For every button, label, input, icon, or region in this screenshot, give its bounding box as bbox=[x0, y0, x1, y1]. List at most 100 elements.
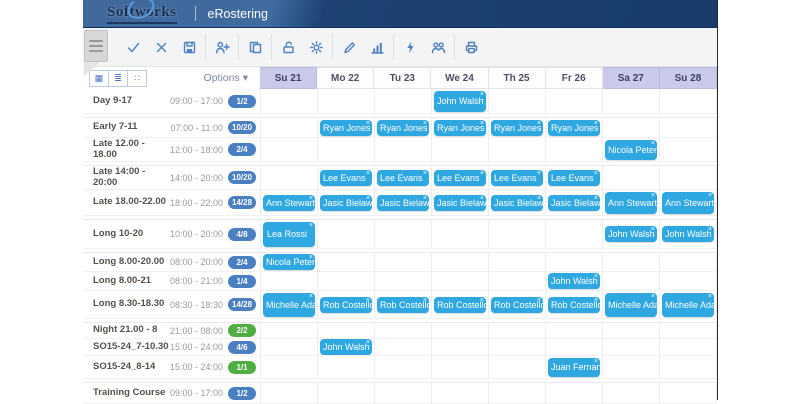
settings-button[interactable] bbox=[302, 33, 330, 61]
day-cell[interactable] bbox=[260, 356, 317, 379]
day-cell[interactable]: Michelle Adams× bbox=[659, 291, 717, 319]
day-cell[interactable] bbox=[431, 323, 488, 339]
day-cell[interactable]: John Walsh× bbox=[545, 272, 602, 291]
remove-assignment-icon[interactable]: × bbox=[537, 170, 541, 177]
shift-assignment-chip[interactable]: Lea Rossi× bbox=[263, 222, 315, 247]
day-cell[interactable]: Lea Rossi× bbox=[260, 220, 317, 249]
remove-assignment-icon[interactable]: × bbox=[480, 91, 484, 98]
day-cell[interactable]: John Walsh× bbox=[317, 339, 374, 356]
day-cell[interactable]: Ryan Jones× bbox=[488, 118, 545, 138]
remove-assignment-icon[interactable]: × bbox=[537, 120, 541, 127]
remove-assignment-icon[interactable]: × bbox=[594, 195, 598, 202]
day-cell[interactable] bbox=[488, 383, 545, 404]
shift-assignment-chip[interactable]: Jasic Bielawa× bbox=[320, 195, 372, 211]
day-cell[interactable]: John Walsh× bbox=[431, 89, 488, 114]
shift-assignment-chip[interactable]: Lee Evans× bbox=[377, 170, 429, 186]
block-view-toggle[interactable]: ∷ bbox=[128, 70, 147, 87]
day-cell[interactable]: Jasic Bielawa× bbox=[431, 190, 488, 216]
shift-assignment-chip[interactable]: Rob Costello× bbox=[548, 297, 600, 313]
shift-assignment-chip[interactable]: Jasic Bielawa× bbox=[491, 195, 543, 211]
shift-assignment-chip[interactable]: Rob Costello× bbox=[491, 297, 543, 313]
day-cell[interactable] bbox=[545, 89, 602, 114]
shift-assignment-chip[interactable]: John Walsh× bbox=[320, 339, 372, 355]
day-cell[interactable] bbox=[431, 383, 488, 404]
remove-assignment-icon[interactable]: × bbox=[594, 358, 598, 365]
add-user-button[interactable] bbox=[208, 33, 236, 61]
day-cell[interactable]: Nicola Peters× bbox=[602, 138, 659, 162]
day-cell[interactable] bbox=[260, 339, 317, 356]
day-cell[interactable]: Michelle Adams× bbox=[260, 291, 317, 319]
day-cell[interactable] bbox=[659, 253, 717, 272]
remove-assignment-icon[interactable]: × bbox=[480, 120, 484, 127]
day-cell[interactable] bbox=[659, 118, 717, 138]
chart-button[interactable] bbox=[363, 33, 391, 61]
day-cell[interactable] bbox=[659, 339, 717, 356]
day-cell[interactable] bbox=[545, 323, 602, 339]
day-cell[interactable] bbox=[374, 323, 431, 339]
shift-assignment-chip[interactable]: Nicola Peters× bbox=[263, 254, 315, 270]
day-cell[interactable] bbox=[374, 253, 431, 272]
day-cell[interactable]: Ryan Jones× bbox=[374, 118, 431, 138]
day-cell[interactable]: Ann Stewart× bbox=[260, 190, 317, 216]
remove-assignment-icon[interactable]: × bbox=[480, 297, 484, 304]
day-cell[interactable] bbox=[431, 220, 488, 249]
remove-assignment-icon[interactable]: × bbox=[309, 254, 313, 261]
day-cell[interactable]: Jasic Bielawa× bbox=[374, 190, 431, 216]
day-cell[interactable] bbox=[260, 138, 317, 162]
remove-assignment-icon[interactable]: × bbox=[423, 297, 427, 304]
day-cell[interactable] bbox=[602, 166, 659, 190]
day-cell[interactable] bbox=[431, 339, 488, 356]
remove-assignment-icon[interactable]: × bbox=[708, 293, 712, 300]
day-cell[interactable] bbox=[488, 356, 545, 379]
remove-assignment-icon[interactable]: × bbox=[708, 192, 712, 199]
day-cell[interactable] bbox=[374, 138, 431, 162]
remove-assignment-icon[interactable]: × bbox=[423, 120, 427, 127]
day-cell[interactable]: Juan Fernandez× bbox=[545, 356, 602, 379]
remove-assignment-icon[interactable]: × bbox=[651, 226, 655, 233]
day-cell[interactable]: Ryan Jones× bbox=[545, 118, 602, 138]
day-cell[interactable] bbox=[260, 272, 317, 291]
shift-assignment-chip[interactable]: Jasic Bielawa× bbox=[434, 195, 486, 211]
remove-assignment-icon[interactable]: × bbox=[423, 195, 427, 202]
remove-assignment-icon[interactable]: × bbox=[366, 170, 370, 177]
shift-assignment-chip[interactable]: Ann Stewart× bbox=[662, 192, 714, 214]
day-cell[interactable] bbox=[602, 89, 659, 114]
shift-assignment-chip[interactable]: Lee Evans× bbox=[320, 170, 372, 186]
day-cell[interactable] bbox=[431, 253, 488, 272]
day-cell[interactable] bbox=[374, 220, 431, 249]
day-cell[interactable] bbox=[488, 138, 545, 162]
day-cell[interactable]: Ann Stewart× bbox=[659, 190, 717, 216]
day-cell[interactable]: Michelle Adams× bbox=[602, 291, 659, 319]
shift-assignment-chip[interactable]: Ryan Jones× bbox=[434, 120, 486, 136]
day-cell[interactable] bbox=[659, 166, 717, 190]
day-cell[interactable] bbox=[374, 383, 431, 404]
day-cell[interactable]: Lee Evans× bbox=[545, 166, 602, 190]
shift-assignment-chip[interactable]: Ryan Jones× bbox=[320, 120, 372, 136]
day-cell[interactable] bbox=[659, 383, 717, 404]
day-cell[interactable] bbox=[659, 356, 717, 379]
remove-assignment-icon[interactable]: × bbox=[537, 297, 541, 304]
shift-assignment-chip[interactable]: Rob Costello× bbox=[434, 297, 486, 313]
day-cell[interactable] bbox=[602, 356, 659, 379]
day-cell[interactable] bbox=[545, 138, 602, 162]
list-view-toggle[interactable]: ≣ bbox=[109, 70, 128, 87]
day-cell[interactable] bbox=[545, 253, 602, 272]
close-button[interactable] bbox=[147, 33, 175, 61]
day-cell[interactable] bbox=[317, 220, 374, 249]
day-cell[interactable]: Lee Evans× bbox=[431, 166, 488, 190]
remove-assignment-icon[interactable]: × bbox=[651, 140, 655, 147]
remove-assignment-icon[interactable]: × bbox=[594, 297, 598, 304]
day-cell[interactable] bbox=[260, 89, 317, 114]
remove-assignment-icon[interactable]: × bbox=[708, 226, 712, 233]
slideout-panel-tab[interactable] bbox=[84, 30, 108, 62]
remove-assignment-icon[interactable]: × bbox=[480, 195, 484, 202]
shift-assignment-chip[interactable]: Juan Fernandez× bbox=[548, 358, 600, 377]
day-cell[interactable]: Ryan Jones× bbox=[317, 118, 374, 138]
day-cell[interactable] bbox=[260, 383, 317, 404]
day-cell[interactable]: Jasic Bielawa× bbox=[317, 190, 374, 216]
day-cell[interactable] bbox=[602, 253, 659, 272]
day-cell[interactable] bbox=[431, 356, 488, 379]
day-cell[interactable] bbox=[488, 323, 545, 339]
shift-assignment-chip[interactable]: Ryan Jones× bbox=[377, 120, 429, 136]
shift-assignment-chip[interactable]: John Walsh× bbox=[434, 91, 486, 112]
